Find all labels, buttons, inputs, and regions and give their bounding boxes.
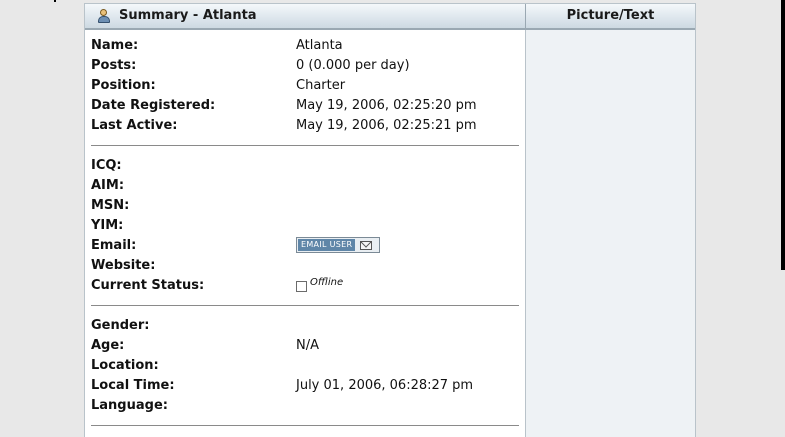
aim-row: AIM: <box>91 176 521 196</box>
local-time-value: July 01, 2006, 06:28:27 pm <box>296 378 474 393</box>
edge-mark <box>54 0 56 2</box>
profile-details: Name: Atlanta Posts: 0 (0.000 per day) Pos… <box>91 36 521 436</box>
email-user-button[interactable]: EMAIL USER <box>296 237 380 253</box>
window-edge <box>781 0 785 270</box>
email-row: Email: EMAIL USER <box>91 236 521 256</box>
msn-label: MSN: <box>91 198 130 213</box>
language-label: Language: <box>91 398 168 413</box>
age-label: Age: <box>91 338 125 353</box>
msn-row: MSN: <box>91 196 521 216</box>
current-status-label: Current Status: <box>91 278 205 293</box>
section-divider <box>91 305 519 306</box>
gender-label: Gender: <box>91 318 150 333</box>
name-label: Name: <box>91 38 139 53</box>
posts-value: 0 (0.000 per day) <box>296 58 410 73</box>
picture-text-title: Picture/Text <box>566 8 655 23</box>
posts-label: Posts: <box>91 58 137 73</box>
location-row: Location: <box>91 356 521 376</box>
location-label: Location: <box>91 358 159 373</box>
date-registered-value: May 19, 2006, 02:25:20 pm <box>296 98 477 113</box>
status-value: Offline <box>310 277 344 288</box>
summary-title: Summary - Atlanta <box>97 8 257 23</box>
status-checkbox-icon <box>296 281 307 292</box>
gender-row: Gender: <box>91 316 521 336</box>
status-indicator: Offline <box>296 278 343 292</box>
name-value: Atlanta <box>296 38 343 53</box>
last-active-label: Last Active: <box>91 118 178 133</box>
email-user-button-label: EMAIL USER <box>298 239 356 251</box>
position-row: Position: Charter <box>91 76 521 96</box>
age-value: N/A <box>296 338 319 353</box>
profile-panel: Summary - Atlanta Picture/Text Name: Atla… <box>84 3 696 437</box>
panel-header: Summary - Atlanta Picture/Text <box>85 4 695 30</box>
position-label: Position: <box>91 78 156 93</box>
yim-label: YIM: <box>91 218 124 233</box>
aim-label: AIM: <box>91 178 125 193</box>
date-registered-label: Date Registered: <box>91 98 216 113</box>
position-value: Charter <box>296 78 346 93</box>
envelope-icon <box>360 240 373 250</box>
email-label: Email: <box>91 238 137 253</box>
summary-title-text: Summary - Atlanta <box>119 8 257 23</box>
section-divider <box>91 145 519 146</box>
date-registered-row: Date Registered: May 19, 2006, 02:25:20 p… <box>91 96 521 116</box>
website-row: Website: <box>91 256 521 276</box>
icq-label: ICQ: <box>91 158 122 173</box>
picture-text-column <box>525 30 695 437</box>
user-icon <box>97 8 111 23</box>
local-time-label: Local Time: <box>91 378 175 393</box>
posts-row: Posts: 0 (0.000 per day) <box>91 56 521 76</box>
section-divider <box>91 425 519 426</box>
last-active-value: May 19, 2006, 02:25:21 pm <box>296 118 477 133</box>
local-time-row: Local Time: July 01, 2006, 06:28:27 pm <box>91 376 521 396</box>
last-active-row: Last Active: May 19, 2006, 02:25:21 pm <box>91 116 521 136</box>
icq-row: ICQ: <box>91 156 521 176</box>
name-row: Name: Atlanta <box>91 36 521 56</box>
age-row: Age: N/A <box>91 336 521 356</box>
language-row: Language: <box>91 396 521 416</box>
current-status-row: Current Status: Offline <box>91 276 521 296</box>
yim-row: YIM: <box>91 216 521 236</box>
website-label: Website: <box>91 258 156 273</box>
